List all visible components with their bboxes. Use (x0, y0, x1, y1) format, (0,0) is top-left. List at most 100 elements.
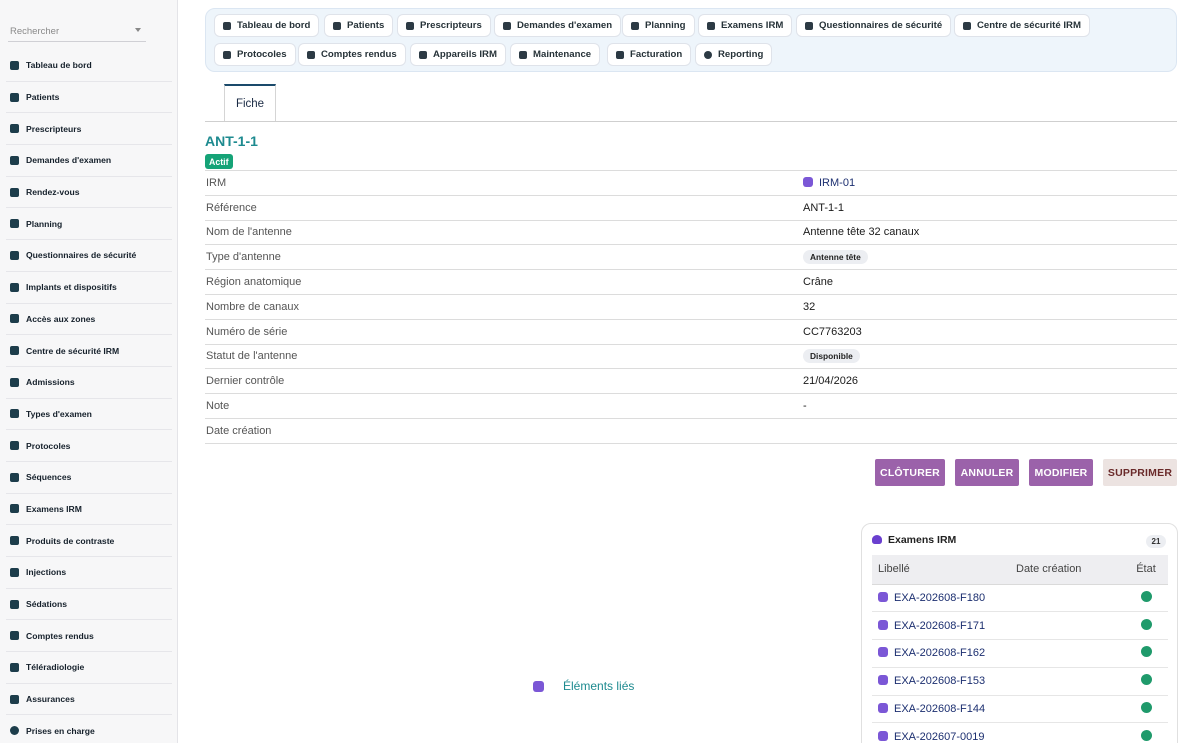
tab-label: Demandes d'examen (517, 20, 613, 31)
search-input[interactable] (8, 22, 146, 42)
sidebar-item-injections[interactable]: Injections (6, 557, 172, 589)
detail-table: IRM IRM-01 Référence ANT-1-1 Nom de l'an… (205, 170, 1177, 444)
sidebar-item-types-examen[interactable]: Types d'examen (6, 399, 172, 431)
sidebar-item-comptes-rendus[interactable]: Comptes rendus (6, 620, 172, 653)
gauge-icon (223, 21, 231, 30)
column-header-etat[interactable]: État (1124, 555, 1168, 585)
sidebar-item-protocoles[interactable]: Protocoles (6, 430, 172, 462)
tab-maintenance[interactable]: Maintenance (510, 43, 601, 66)
edit-button[interactable]: MODIFIER (1029, 459, 1093, 486)
sidebar-item-sequences[interactable]: Séquences (6, 462, 172, 494)
table-row[interactable]: EXA-202608-F180 (872, 584, 1168, 612)
status-dot-icon (1140, 590, 1152, 602)
state-cell (1124, 723, 1168, 743)
sidebar-item-centre-securite[interactable]: Centre de sécurité IRM (6, 335, 172, 367)
tab-comptes-rendus[interactable]: Comptes rendus (298, 43, 406, 66)
sidebar-item-tableau-de-bord[interactable]: Tableau de bord (6, 50, 172, 82)
sidebar-item-label: Rendez-vous (26, 187, 80, 198)
sidebar-item-questionnaires[interactable]: Questionnaires de sécurité (6, 240, 172, 272)
sidebar-item-prises-en-charge[interactable]: Prises en charge (6, 715, 172, 743)
calendar-check-icon (631, 21, 639, 30)
field-value: CC7763203 (803, 325, 862, 338)
exam-link[interactable]: EXA-202607-0019 (894, 731, 985, 743)
tab-tableau-de-bord[interactable]: Tableau de bord (214, 14, 320, 37)
tab-label: Examens IRM (721, 20, 784, 31)
user-doctor-icon (406, 21, 414, 30)
date-cell (1016, 667, 1124, 695)
sidebar-item-label: Prescripteurs (26, 123, 82, 134)
table-header-row: Libellé Date création État (872, 555, 1168, 585)
tab-label: Questionnaires de sécurité (819, 20, 943, 31)
sidebar-item-sedations[interactable]: Sédations (6, 589, 172, 621)
cancel-button[interactable]: ANNULER (955, 459, 1019, 486)
table-row[interactable]: EXA-202607-0019 (872, 723, 1168, 743)
report-icon (10, 631, 19, 641)
sidebar-item-planning[interactable]: Planning (6, 208, 172, 241)
field-label: Région anatomique (206, 276, 302, 289)
sidebar-item-patients[interactable]: Patients (6, 82, 172, 114)
sidebar-item-rendez-vous[interactable]: Rendez-vous (6, 177, 172, 209)
sidebar-item-admissions[interactable]: Admissions (6, 367, 172, 399)
exam-link[interactable]: EXA-202608-F144 (894, 703, 985, 715)
exam-icon (878, 647, 888, 658)
tab-questionnaires[interactable]: Questionnaires de sécurité (796, 14, 952, 37)
tab-appareils-irm[interactable]: Appareils IRM (410, 43, 506, 66)
exam-link[interactable]: EXA-202608-F162 (894, 647, 985, 659)
clipboard-icon (10, 377, 19, 387)
sidebar-item-prescripteurs[interactable]: Prescripteurs (6, 113, 172, 146)
exam-icon (878, 591, 888, 602)
tab-patients[interactable]: Patients (324, 14, 394, 37)
sidebar-item-label: Protocoles (26, 440, 71, 451)
table-row[interactable]: EXA-202608-F144 (872, 695, 1168, 723)
exam-link[interactable]: EXA-202608-F180 (894, 592, 985, 604)
status-dot-icon (1140, 729, 1152, 741)
tab-facturation[interactable]: Facturation (607, 43, 692, 66)
exams-panel: Examens IRM 21 Libellé Date création Éta… (861, 523, 1178, 743)
flask-icon (10, 536, 19, 546)
exam-link[interactable]: EXA-202608-F171 (894, 620, 985, 632)
tab-label: Centre de sécurité IRM (977, 20, 1081, 31)
table-row[interactable]: EXA-202608-F153 (872, 667, 1168, 696)
field-label: Nombre de canaux (206, 300, 299, 313)
tab-demandes-examen[interactable]: Demandes d'examen (494, 14, 622, 37)
tab-protocoles[interactable]: Protocoles (214, 43, 296, 66)
detail-row-canaux: Nombre de canaux 32 (205, 294, 1177, 319)
tab-label: Prescripteurs (420, 20, 482, 31)
tab-divider (205, 121, 1177, 122)
tab-reporting[interactable]: Reporting (695, 43, 773, 66)
close-record-button[interactable]: CLÔTURER (875, 459, 945, 486)
shield-icon (10, 250, 19, 260)
sidebar-item-examens-irm[interactable]: Examens IRM (6, 494, 172, 526)
bed-icon (10, 599, 19, 609)
tab-centre-securite[interactable]: Centre de sécurité IRM (954, 14, 1090, 37)
table-row[interactable]: EXA-202608-F171 (872, 612, 1168, 640)
tab-examens-irm[interactable]: Examens IRM (698, 14, 793, 37)
irm-link[interactable]: IRM-01 (819, 177, 855, 189)
field-label: Numéro de série (206, 325, 288, 338)
sidebar-item-acces-zones[interactable]: Accès aux zones (6, 304, 172, 336)
sidebar-item-produits-contraste[interactable]: Produits de contraste (6, 525, 172, 557)
gears-icon (519, 50, 527, 59)
sidebar-item-teleradiologie[interactable]: Téléradiologie (6, 652, 172, 684)
column-header-date[interactable]: Date création (1016, 555, 1124, 585)
tab-label: Comptes rendus (321, 49, 397, 60)
sidebar-item-assurances[interactable]: Assurances (6, 684, 172, 716)
exam-cell: EXA-202608-F180 (872, 584, 1016, 612)
sidebar-item-demandes-examen[interactable]: Demandes d'examen (6, 145, 172, 177)
sidebar-item-label: Prises en charge (26, 725, 95, 736)
exams-table: Libellé Date création État EXA-202608-F1… (872, 555, 1168, 743)
tab-planning[interactable]: Planning (622, 14, 695, 37)
tab-fiche[interactable]: Fiche (224, 84, 276, 122)
satellite-icon (10, 662, 19, 672)
tab-label: Facturation (630, 49, 683, 60)
exam-link[interactable]: EXA-202608-F153 (894, 675, 985, 687)
sidebar-item-implants[interactable]: Implants et dispositifs (6, 272, 172, 304)
related-items-link[interactable]: Éléments liés (533, 679, 634, 693)
chevron-down-icon[interactable] (135, 28, 141, 32)
table-row[interactable]: EXA-202608-F162 (872, 640, 1168, 668)
delete-button[interactable]: SUPPRIMER (1103, 459, 1177, 486)
field-value: IRM-01 (803, 171, 1177, 196)
column-header-libelle[interactable]: Libellé (872, 555, 1016, 585)
tab-prescripteurs[interactable]: Prescripteurs (397, 14, 491, 37)
related-items-label: Éléments liés (563, 679, 635, 693)
